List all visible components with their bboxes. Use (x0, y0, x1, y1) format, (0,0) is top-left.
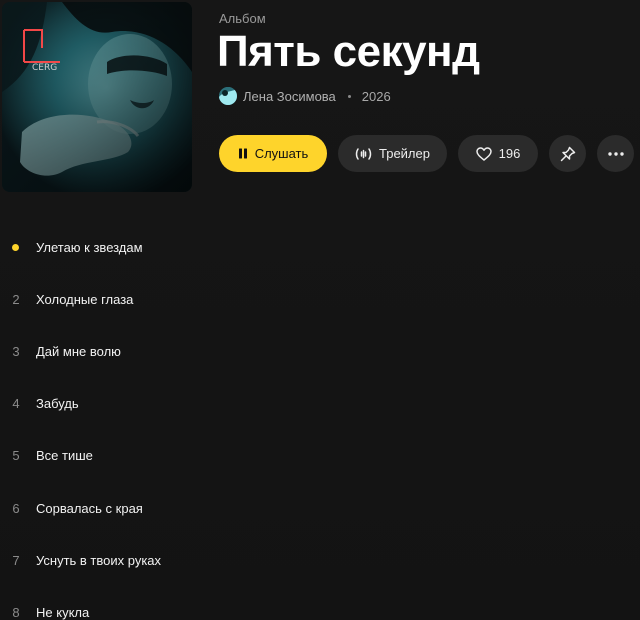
track-row[interactable]: 8 Не кукла (0, 586, 640, 620)
artist-link[interactable]: Лена Зосимова (243, 89, 336, 104)
track-title: Забудь (36, 396, 79, 412)
trailer-button[interactable]: Трейлер (338, 135, 447, 172)
track-title: Дай мне волю (36, 343, 121, 359)
album-kind-label: Альбом (219, 11, 266, 26)
track-row[interactable]: 6 Сорвалась с края (0, 482, 640, 534)
album-cover-image: CERG (2, 2, 192, 192)
track-row[interactable]: 3 Дай мне волю (0, 325, 640, 377)
track-title: Все тише (36, 448, 93, 464)
heart-icon (475, 146, 492, 161)
track-title: Улетаю к звездам (36, 239, 143, 255)
track-number: 3 (12, 343, 20, 359)
track-title: Холодные глаза (36, 291, 134, 307)
trailer-waveform-icon (355, 147, 372, 161)
track-number: 4 (12, 396, 20, 412)
artist-avatar[interactable] (219, 87, 237, 105)
track-title: Уснуть в твоих руках (36, 552, 162, 568)
more-button[interactable] (597, 135, 634, 172)
track-number: 5 (12, 448, 20, 464)
track-row[interactable]: 2 Холодные глаза (0, 273, 640, 325)
pause-icon (238, 148, 248, 159)
trailer-button-label: Трейлер (379, 146, 430, 161)
listen-button[interactable]: Слушать (219, 135, 327, 172)
track-title: Сорвалась с края (36, 500, 143, 516)
album-title: Пять секунд (217, 27, 480, 76)
track-title: Не кукла (36, 604, 90, 620)
track-number: 2 (12, 291, 20, 307)
separator-dot (347, 94, 351, 98)
album-year: 2026 (361, 88, 391, 104)
pin-icon (560, 146, 576, 162)
album-page: CERG Альбом Пять секунд Лена Зосимова 20… (0, 0, 640, 620)
track-row[interactable]: 5 Все тише (0, 430, 640, 482)
track-number: 7 (12, 552, 20, 568)
album-cover[interactable]: CERG (2, 2, 192, 192)
listen-button-label: Слушать (254, 146, 309, 161)
track-row[interactable]: Улетаю к звездам (0, 221, 640, 273)
track-list: Улетаю к звездам 2 Холодные глаза 3 Дай … (0, 221, 640, 620)
more-dots-icon (607, 151, 624, 156)
likes-count: 196 (498, 146, 521, 161)
like-button[interactable]: 196 (458, 135, 538, 172)
now-playing-indicator (12, 243, 19, 251)
pin-button[interactable] (549, 135, 586, 172)
track-row[interactable]: 4 Забудь (0, 378, 640, 430)
album-meta: Лена Зосимова 2026 (219, 86, 391, 106)
track-row[interactable]: 7 Уснуть в твоих руках (0, 534, 640, 586)
svg-text:CERG: CERG (32, 63, 57, 73)
track-number: 6 (12, 500, 20, 516)
track-number: 8 (12, 604, 20, 620)
